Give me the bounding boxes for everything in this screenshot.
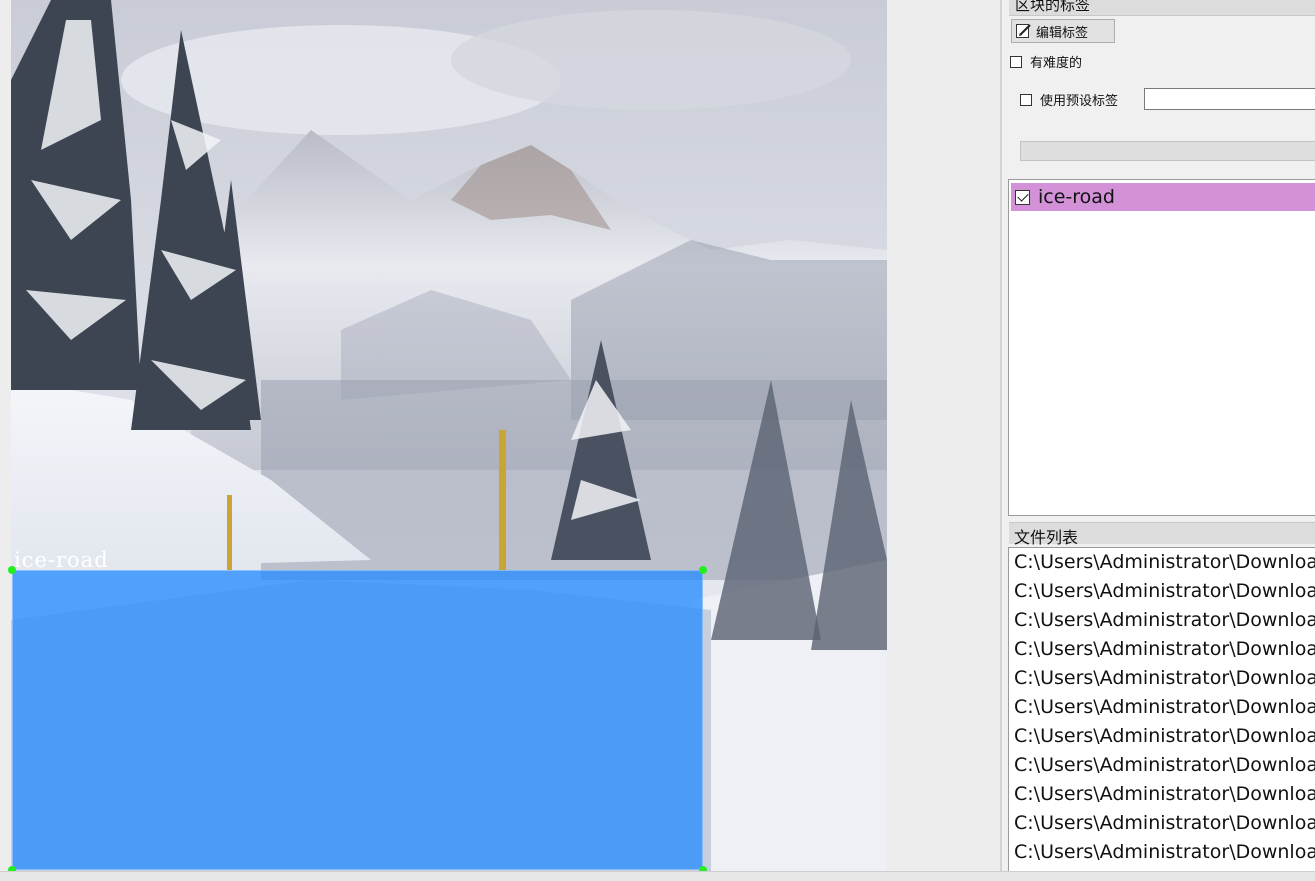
file-list-item[interactable]: C:\Users\Administrator\Downloa xyxy=(1009,751,1315,780)
file-list-item[interactable]: C:\Users\Administrator\Downloa xyxy=(1009,838,1315,867)
use-preset-label-text: 使用预设标签 xyxy=(1040,94,1119,109)
bounding-box-label: ice-road xyxy=(14,548,109,572)
use-preset-label-checkbox[interactable] xyxy=(1020,93,1032,106)
label-list-item-text: ice-road xyxy=(1038,186,1115,208)
file-list-item[interactable]: C:\Users\Administrator\Downloa xyxy=(1009,780,1315,809)
bounding-box-ice-road[interactable] xyxy=(12,570,703,870)
edit-label-button[interactable]: 编辑标签 xyxy=(1011,19,1115,43)
use-preset-label-row[interactable]: 使用预设标签 xyxy=(1020,90,1118,109)
edit-icon xyxy=(1016,24,1031,38)
file-list[interactable]: C:\Users\Administrator\Downloa C:\Users\… xyxy=(1008,547,1315,874)
file-list-item[interactable]: C:\Users\Administrator\Downloa xyxy=(1009,577,1315,606)
label-list-item-ice-road[interactable]: ice-road xyxy=(1011,183,1315,211)
bbox-handle-top-right[interactable] xyxy=(699,566,707,574)
file-list-item[interactable]: C:\Users\Administrator\Downloa xyxy=(1009,693,1315,722)
file-list-item[interactable]: C:\Users\Administrator\Downloa xyxy=(1009,722,1315,751)
file-list-item[interactable]: C:\Users\Administrator\Downloa xyxy=(1009,635,1315,664)
file-list-item[interactable]: C:\Users\Administrator\Downloa xyxy=(1009,809,1315,838)
canvas-area[interactable]: ice-road xyxy=(0,0,1000,880)
label-list[interactable]: ice-road xyxy=(1008,179,1315,516)
file-list-item[interactable]: C:\Users\Administrator\Downloa xyxy=(1009,548,1315,577)
file-list-item[interactable]: C:\Users\Administrator\Downloa xyxy=(1009,606,1315,635)
box-labels-dock-title: 区块的标签 xyxy=(1009,0,1315,16)
file-list-title-text: 文件列表 xyxy=(1014,528,1079,547)
difficult-label: 有难度的 xyxy=(1030,56,1083,71)
difficult-checkbox-row[interactable]: 有难度的 xyxy=(1010,52,1082,71)
difficult-checkbox[interactable] xyxy=(1010,55,1022,68)
file-list-dock-title: 文件列表 xyxy=(1009,522,1315,547)
label-visibility-checkbox[interactable] xyxy=(1015,189,1030,205)
preset-label-input[interactable] xyxy=(1144,88,1315,110)
bbox-handle-top-left[interactable] xyxy=(8,566,16,574)
dock-title-text: 区块的标签 xyxy=(1015,0,1091,14)
file-list-item[interactable]: C:\Users\Administrator\Downloa xyxy=(1009,664,1315,693)
edit-label-button-text: 编辑标签 xyxy=(1036,25,1089,41)
preset-label-combo[interactable] xyxy=(1020,141,1315,161)
right-dock-panel: 区块的标签 编辑标签 有难度的 使用预设标签 ice-road 文件列表 C:\… xyxy=(1000,0,1315,880)
